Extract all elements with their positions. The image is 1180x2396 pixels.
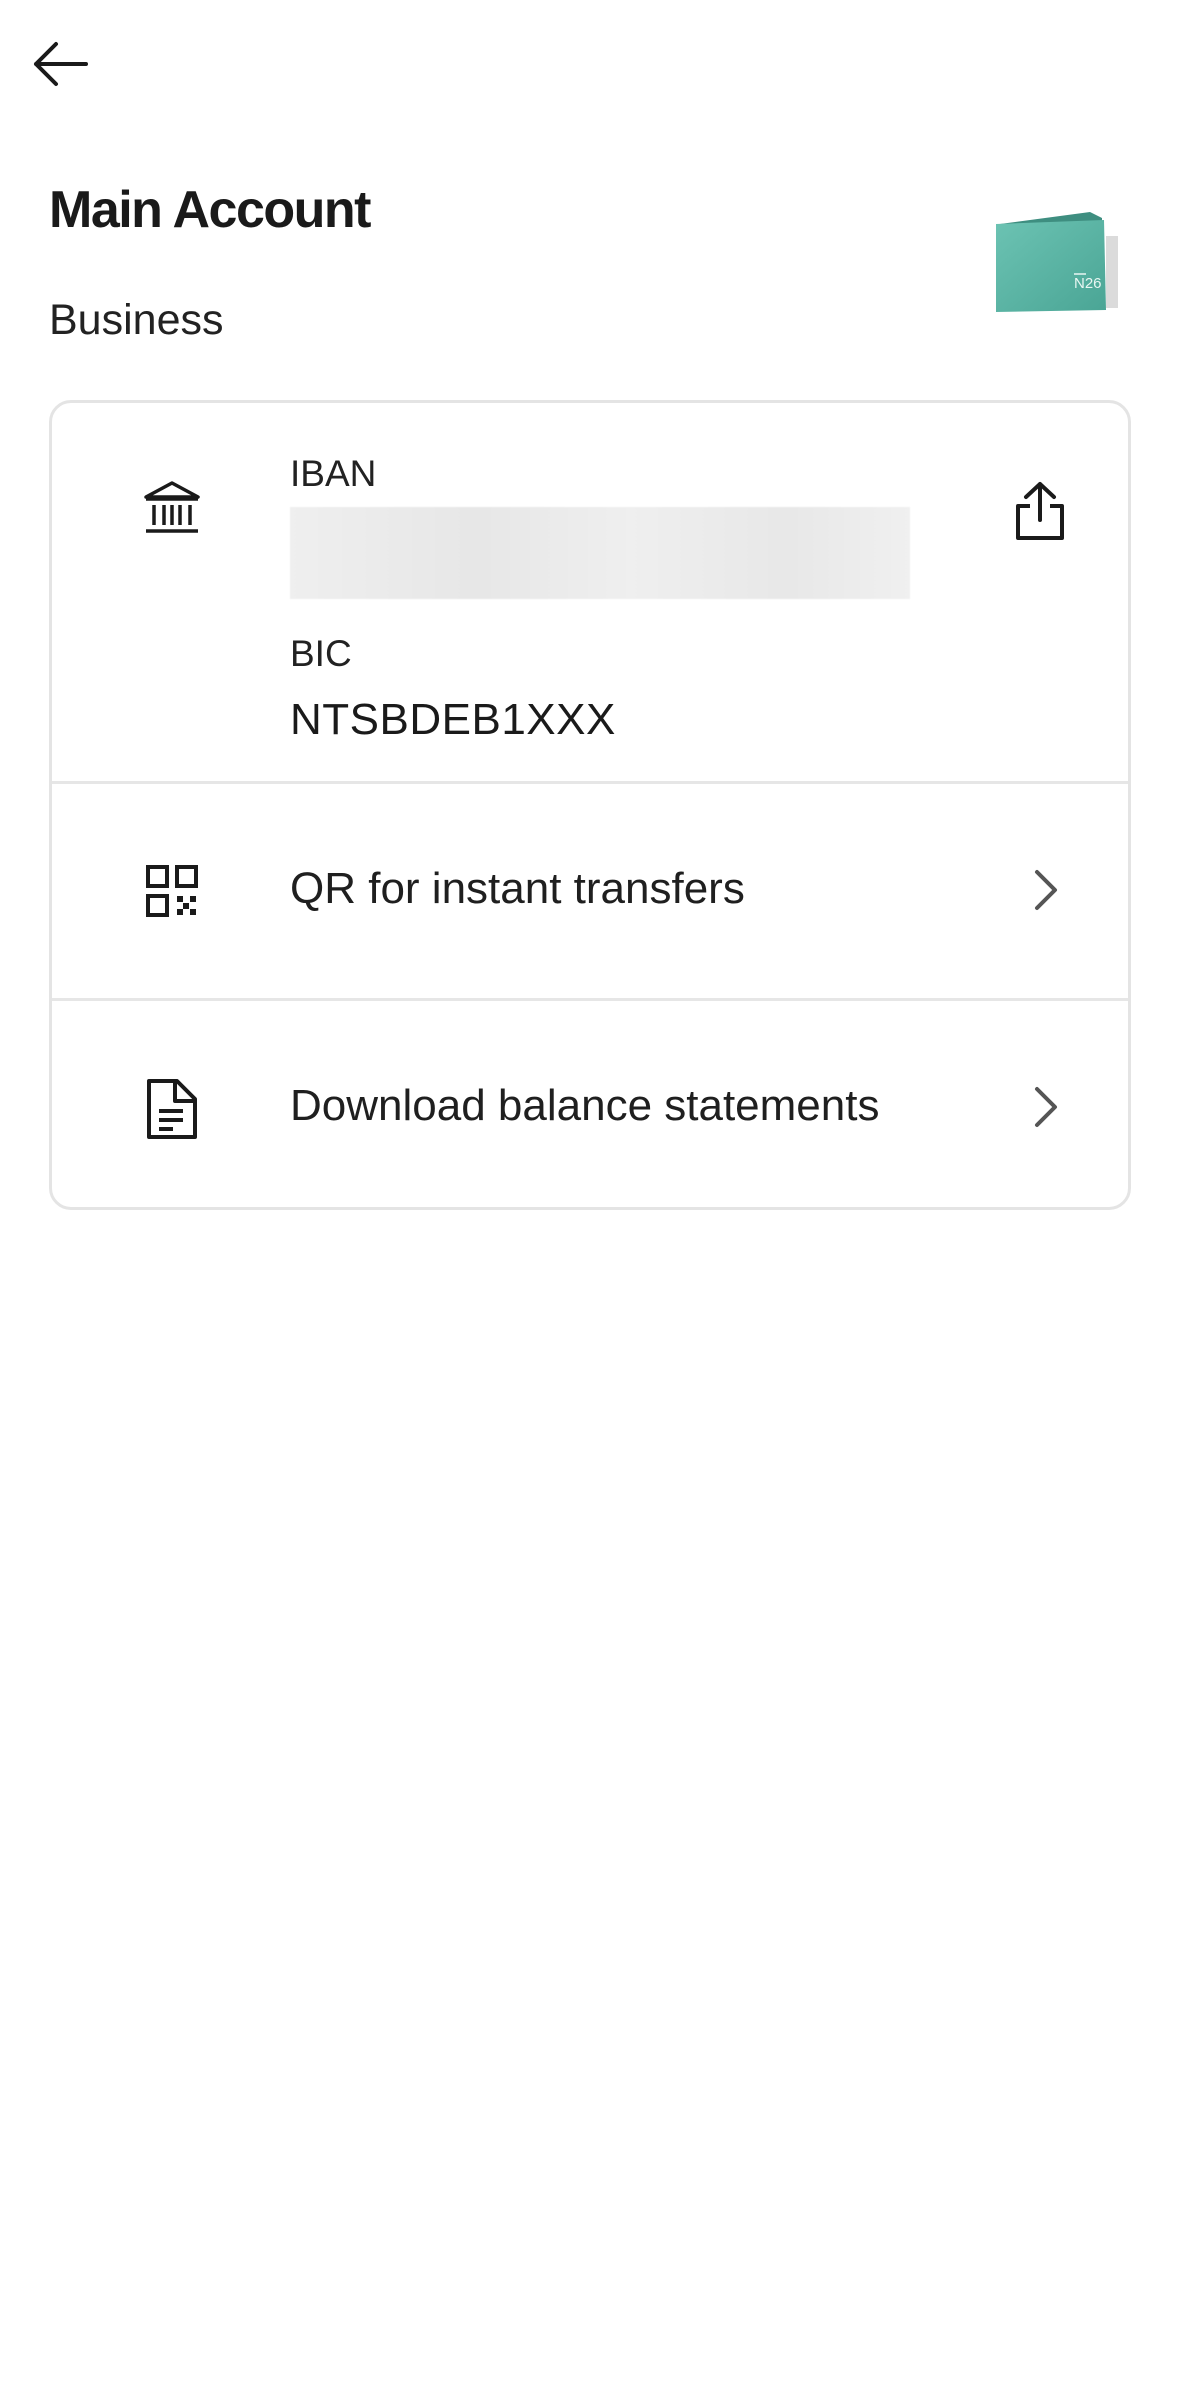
- share-icon: [1016, 482, 1064, 540]
- page-title: Main Account: [49, 181, 371, 239]
- bank-icon: [140, 475, 204, 539]
- iban-label: IBAN: [290, 453, 377, 494]
- bic-label: BIC: [290, 633, 352, 674]
- share-button[interactable]: [1000, 471, 1080, 551]
- arrow-left-icon: [34, 42, 88, 86]
- bank-details-section: IBAN BIC NTSBDEB1XXX: [52, 403, 1128, 783]
- download-item-label: Download balance statements: [290, 1081, 880, 1130]
- qr-item-label: QR for instant transfers: [290, 864, 745, 913]
- bic-value: NTSBDEB1XXX: [290, 695, 616, 744]
- account-type: Business: [49, 296, 224, 344]
- document-icon: [140, 1077, 204, 1141]
- download-balance-statements-item[interactable]: Download balance statements: [52, 1001, 1128, 1207]
- wallet-illustration: N26: [990, 206, 1130, 316]
- qr-code-icon: [140, 859, 204, 923]
- account-details-card: IBAN BIC NTSBDEB1XXX QR for instant tran…: [49, 400, 1131, 1210]
- chevron-right-icon: [1022, 1077, 1070, 1137]
- qr-instant-transfers-item[interactable]: QR for instant transfers: [52, 784, 1128, 998]
- iban-value-redacted: [290, 507, 910, 599]
- svg-text:N26: N26: [1074, 275, 1102, 292]
- back-button[interactable]: [24, 28, 96, 100]
- chevron-right-icon: [1022, 860, 1070, 920]
